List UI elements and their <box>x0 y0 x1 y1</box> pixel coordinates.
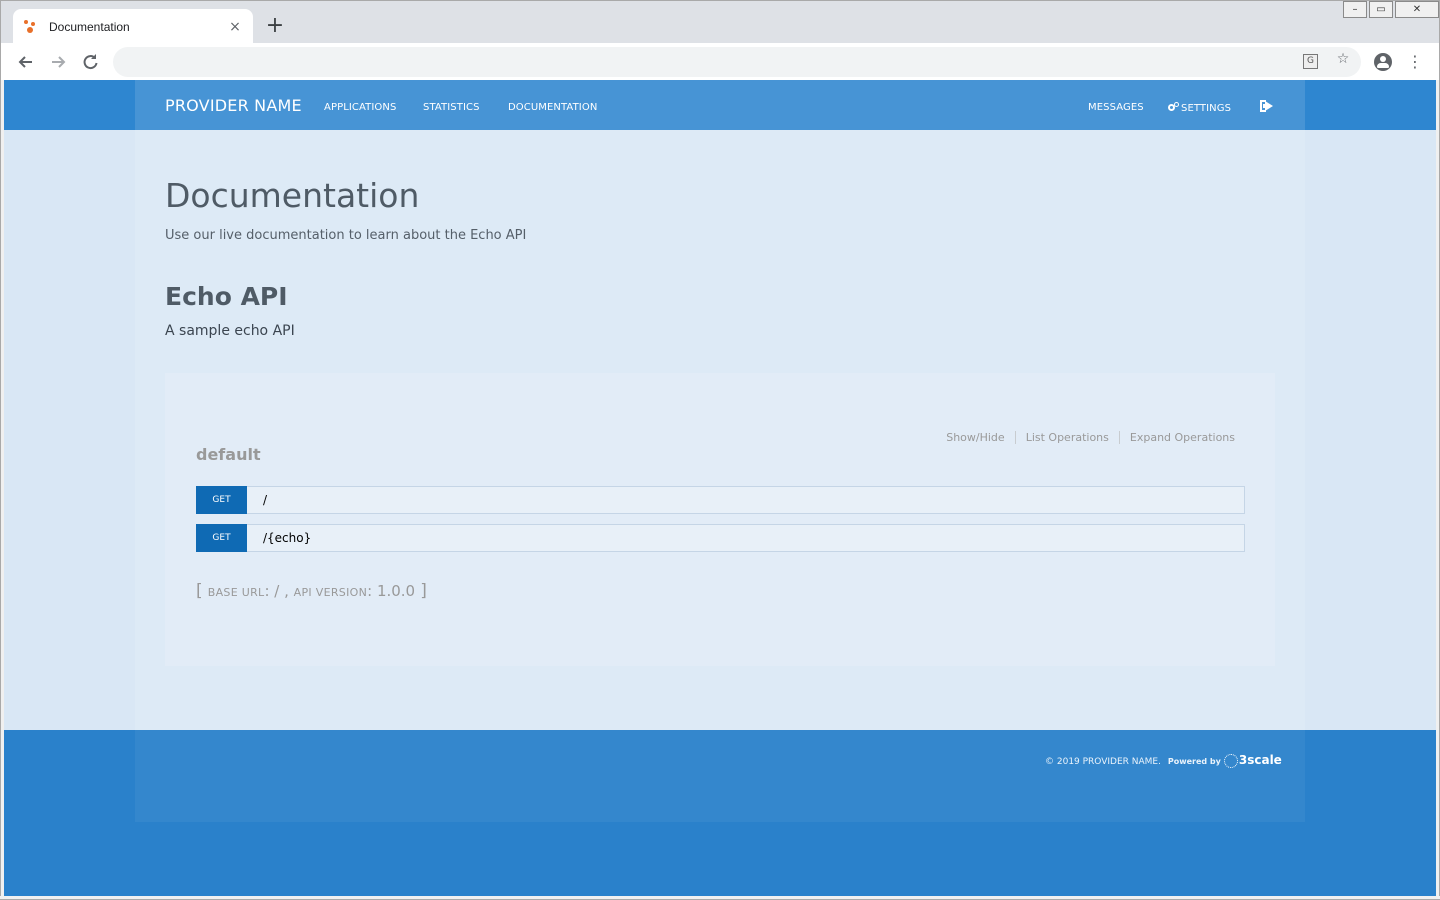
nav-messages[interactable]: MESSAGES <box>1088 102 1144 113</box>
star-icon[interactable]: ☆ <box>1334 50 1352 68</box>
browser-toolbar: G ☆ ⋮ <box>1 43 1439 81</box>
swagger-ui-panel: default Show/Hide List Operations Expand… <box>165 373 1275 666</box>
powered-by-label: Powered by <box>1167 757 1221 766</box>
copyright-text: © 2019 PROVIDER NAME. <box>1045 757 1161 767</box>
base-url-label: BASE URL <box>207 586 265 599</box>
tab-strip: Documentation × + – ▭ ✕ <box>1 1 1439 45</box>
3scale-logo-icon <box>1223 754 1238 768</box>
operation-path[interactable]: / <box>263 493 267 507</box>
window-frame-bottom <box>0 896 1440 900</box>
footer-credits: © 2019 PROVIDER NAME. Powered by 3scale <box>1045 753 1282 768</box>
nav-settings-label: SETTINGS <box>1181 103 1232 114</box>
resource-heading-default[interactable]: default <box>196 445 261 464</box>
page-footer: © 2019 PROVIDER NAME. Powered by 3scale <box>4 730 1436 896</box>
maximize-button[interactable]: ▭ <box>1369 1 1393 18</box>
browser-tab[interactable]: Documentation × <box>13 9 253 45</box>
3scale-brand-link[interactable]: 3scale <box>1239 753 1282 767</box>
api-description: A sample echo API <box>165 323 295 339</box>
footer-container <box>135 730 1305 822</box>
resource-actions: Show/Hide List Operations Expand Operati… <box>936 431 1235 444</box>
bracket-close: ] <box>420 581 427 601</box>
kebab-menu-icon[interactable]: ⋮ <box>1407 53 1423 71</box>
operation-row[interactable]: GET / <box>196 486 1245 514</box>
minimize-button[interactable]: – <box>1343 1 1367 18</box>
translate-icon[interactable]: G <box>1303 54 1318 69</box>
nav-settings[interactable]: SETTINGS <box>1168 102 1231 114</box>
close-window-button[interactable]: ✕ <box>1395 1 1439 18</box>
window-controls: – ▭ ✕ <box>1341 1 1439 21</box>
window-frame-right <box>1436 80 1440 900</box>
address-bar[interactable] <box>113 47 1361 77</box>
page-viewport: PROVIDER NAME APPLICATIONS STATISTICS DO… <box>4 80 1436 896</box>
tab-close-icon[interactable]: × <box>227 19 243 35</box>
back-arrow-icon[interactable] <box>15 51 37 73</box>
api-base-info: [ BASE URL: / , API VERSION: 1.0.0 ] <box>196 581 427 601</box>
list-operations-link[interactable]: List Operations <box>1016 431 1120 444</box>
api-version-label: API VERSION <box>293 586 368 599</box>
account-icon[interactable] <box>1374 53 1392 71</box>
bracket-open: [ <box>196 581 203 601</box>
forward-arrow-icon[interactable] <box>47 51 69 73</box>
show-hide-link[interactable]: Show/Hide <box>936 431 1016 444</box>
nav-statistics[interactable]: STATISTICS <box>423 102 480 113</box>
api-title: Echo API <box>165 282 288 311</box>
nav-applications[interactable]: APPLICATIONS <box>324 102 396 113</box>
page-title: Documentation <box>165 176 420 215</box>
gears-icon <box>1168 102 1179 112</box>
operation-row[interactable]: GET /{echo} <box>196 524 1245 552</box>
reload-icon[interactable] <box>79 51 101 73</box>
expand-operations-link[interactable]: Expand Operations <box>1120 431 1235 444</box>
nav-documentation[interactable]: DOCUMENTATION <box>508 102 597 113</box>
http-method-badge[interactable]: GET <box>196 486 247 514</box>
operation-path[interactable]: /{echo} <box>263 531 311 545</box>
brand-link[interactable]: PROVIDER NAME <box>165 96 302 115</box>
favicon-icon <box>23 19 39 35</box>
tab-title: Documentation <box>49 20 130 34</box>
sign-out-icon[interactable] <box>1260 100 1274 112</box>
api-version-value: 1.0.0 <box>376 582 416 600</box>
page-subtitle: Use our live documentation to learn abou… <box>165 228 527 243</box>
new-tab-button[interactable]: + <box>263 15 287 39</box>
browser-chrome: Documentation × + – ▭ ✕ G ☆ ⋮ <box>0 0 1440 81</box>
http-method-badge[interactable]: GET <box>196 524 247 552</box>
